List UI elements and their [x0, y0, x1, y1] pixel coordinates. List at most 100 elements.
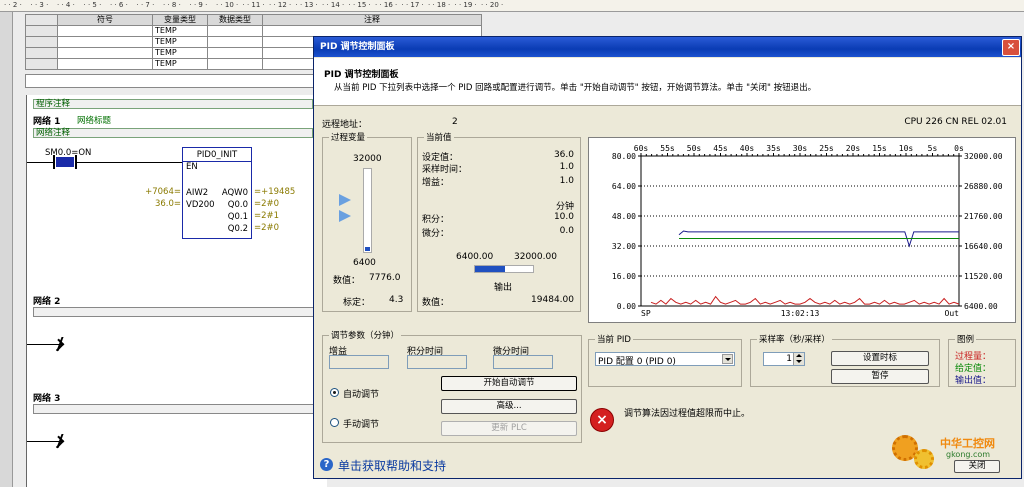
ruler-tick: · · 13 ·: [295, 1, 318, 9]
table-corner: [25, 14, 58, 26]
update-plc-button[interactable]: 更新 PLC: [441, 421, 577, 436]
pin-in-2: VD200: [186, 200, 215, 210]
spin-arrows-icon[interactable]: [793, 353, 804, 365]
contact-icon[interactable]: [53, 155, 77, 169]
block-name: PID0_INIT: [196, 150, 238, 160]
col-var-type: 变量类型: [152, 14, 208, 26]
output-value-2: =2#0: [254, 199, 280, 209]
network-3-comment[interactable]: [33, 404, 323, 414]
legend-group: 图例 过程量： 给定值： 输出值：: [948, 333, 1016, 387]
unit-minutes: 分钟: [555, 202, 574, 212]
dialog-description: 从当前 PID 下拉列表中选择一个 PID 回路或配置进行调节。单击 "开始自动…: [334, 83, 817, 93]
y-tick-label: 0.00: [617, 302, 636, 311]
close-button[interactable]: 关闭: [954, 460, 1000, 473]
ruler: · · 2 · · · 3 · · · 4 · · · 5 · · · 6 · · · 7…: [0, 0, 1024, 12]
output-label: 输出: [494, 283, 513, 293]
chevron-down-icon[interactable]: [722, 354, 733, 364]
start-auto-tune-button[interactable]: 开始自动调节: [441, 376, 577, 391]
set-timebase-button[interactable]: 设置时标: [831, 351, 929, 366]
ruler-tick: · · 8 ·: [163, 1, 181, 9]
y-tick-label: 48.00: [612, 212, 636, 221]
arrow-icon: [51, 338, 65, 352]
current-pid-group: 当前 PID PID 配置 0 (PID 0): [588, 333, 742, 387]
watermark-url: gkong.com: [946, 450, 991, 459]
ruler-tick: · · 6 ·: [110, 1, 128, 9]
gear-icon: [914, 449, 934, 469]
sample-time-value: 1.0: [559, 162, 574, 172]
derivative-value: 0.0: [559, 226, 574, 236]
help-icon[interactable]: ?: [320, 458, 333, 471]
integral-field[interactable]: [407, 355, 467, 369]
table-row[interactable]: TEMP: [25, 25, 482, 37]
manual-tune-label: 手动调节: [343, 420, 380, 430]
setpoint-value: 36.0: [553, 150, 574, 160]
ruler-tick: · · 2 ·: [4, 1, 22, 9]
pid-tuning-dialog: PID 调节控制面板 × PID 调节控制面板 从当前 PID 下拉列表中选择一…: [313, 36, 1022, 479]
pv-value-label: 数值：: [333, 276, 361, 286]
block-en: EN: [186, 162, 198, 172]
network-2-label: 网络 2: [33, 297, 61, 307]
x-tick-label: 45s: [713, 144, 728, 153]
trend-chart: 80.00 32000.00 64.00 26880.00 48.00 21760.00 3…: [588, 137, 1016, 323]
output-bar: [474, 265, 534, 273]
pv-title: 过程变量: [329, 131, 368, 143]
ladder-editor[interactable]: 程序注释 网络 1 网络标题 网络注释 SM0.0=ON PID0_INIT E…: [26, 95, 327, 487]
output-value-1: =+19485: [254, 187, 296, 197]
col-data-type: 数据类型: [207, 14, 263, 26]
manual-tune-radio[interactable]: [330, 418, 339, 427]
col-symbol: 符号: [57, 14, 153, 26]
ruler-tick: · · 17 ·: [401, 1, 424, 9]
gain-field[interactable]: [329, 355, 389, 369]
chart-bottom-out: Out: [945, 309, 960, 318]
network-3-label: 网络 3: [33, 394, 61, 404]
ruler-tick: · · 18 ·: [428, 1, 451, 9]
sample-rate-stepper[interactable]: 1: [763, 352, 805, 366]
output-max: 32000.00: [514, 252, 557, 262]
dialog-titlebar[interactable]: PID 调节控制面板: [314, 37, 1021, 57]
derivative-label: 微分：: [422, 229, 450, 239]
close-icon[interactable]: ×: [1002, 39, 1020, 56]
sample-rate-group: 采样率（秒/采样） 1 设置时标 暂停: [750, 333, 940, 387]
watermark-logo: 中华工控网: [940, 437, 995, 450]
pin-out-3: Q0.1: [227, 212, 248, 222]
pause-button[interactable]: 暂停: [831, 369, 929, 384]
y-tick-label: 64.00: [612, 182, 636, 191]
x-tick-label: 5s: [928, 144, 938, 153]
pv-marker-icon: [339, 210, 351, 222]
setpoint-marker-icon[interactable]: [339, 194, 351, 206]
ruler-tick: · · 4 ·: [57, 1, 75, 9]
x-tick-label: 25s: [819, 144, 834, 153]
ruler-tick: · · 12 ·: [269, 1, 292, 9]
pv-bar: [363, 168, 372, 253]
advanced-button[interactable]: 高级...: [441, 399, 577, 414]
ruler-tick: · · 19 ·: [454, 1, 477, 9]
arrow-icon: [51, 435, 65, 449]
y2-tick-label: 32000.00: [964, 152, 1003, 161]
pid-select-value: PID 配置 0 (PID 0): [598, 357, 676, 367]
help-link[interactable]: 单击获取帮助和支持: [338, 457, 446, 474]
network-1-title[interactable]: 网络标题: [77, 114, 111, 126]
remote-address-label: 远程地址：: [322, 120, 368, 130]
derivative-field[interactable]: [493, 355, 553, 369]
network-2-comment[interactable]: [33, 307, 323, 317]
pid-select[interactable]: PID 配置 0 (PID 0): [595, 352, 735, 367]
ruler-tick: · · 14 ·: [322, 1, 345, 9]
network-comment[interactable]: 网络注释: [33, 128, 313, 138]
program-comment[interactable]: 程序注释: [33, 99, 313, 109]
pin-out-2: Q0.0: [227, 200, 248, 210]
x-tick-label: 40s: [740, 144, 755, 153]
pid-init-block[interactable]: PID0_INIT EN AIW2 VD200 AQW0 Q0.0 Q0.1 Q…: [182, 147, 252, 239]
pv-bottom: 6400: [353, 258, 376, 268]
auto-tune-radio[interactable]: [330, 388, 339, 397]
gain-value: 1.0: [559, 176, 574, 186]
y-tick-label: 32.00: [612, 242, 636, 251]
ruler-tick: · · 20 ·: [481, 1, 504, 9]
error-icon: ×: [590, 408, 614, 432]
input-value-1: +7064=: [145, 187, 181, 197]
x-tick-label: 30s: [793, 144, 808, 153]
process-variable-group: 过程变量 32000 6400 数值： 7776.0 标定： 4.3: [322, 131, 412, 312]
rung-wire: [77, 162, 182, 163]
integral-label: 积分：: [422, 215, 450, 225]
x-tick-label: 55s: [660, 144, 675, 153]
x-tick-label: 35s: [766, 144, 781, 153]
